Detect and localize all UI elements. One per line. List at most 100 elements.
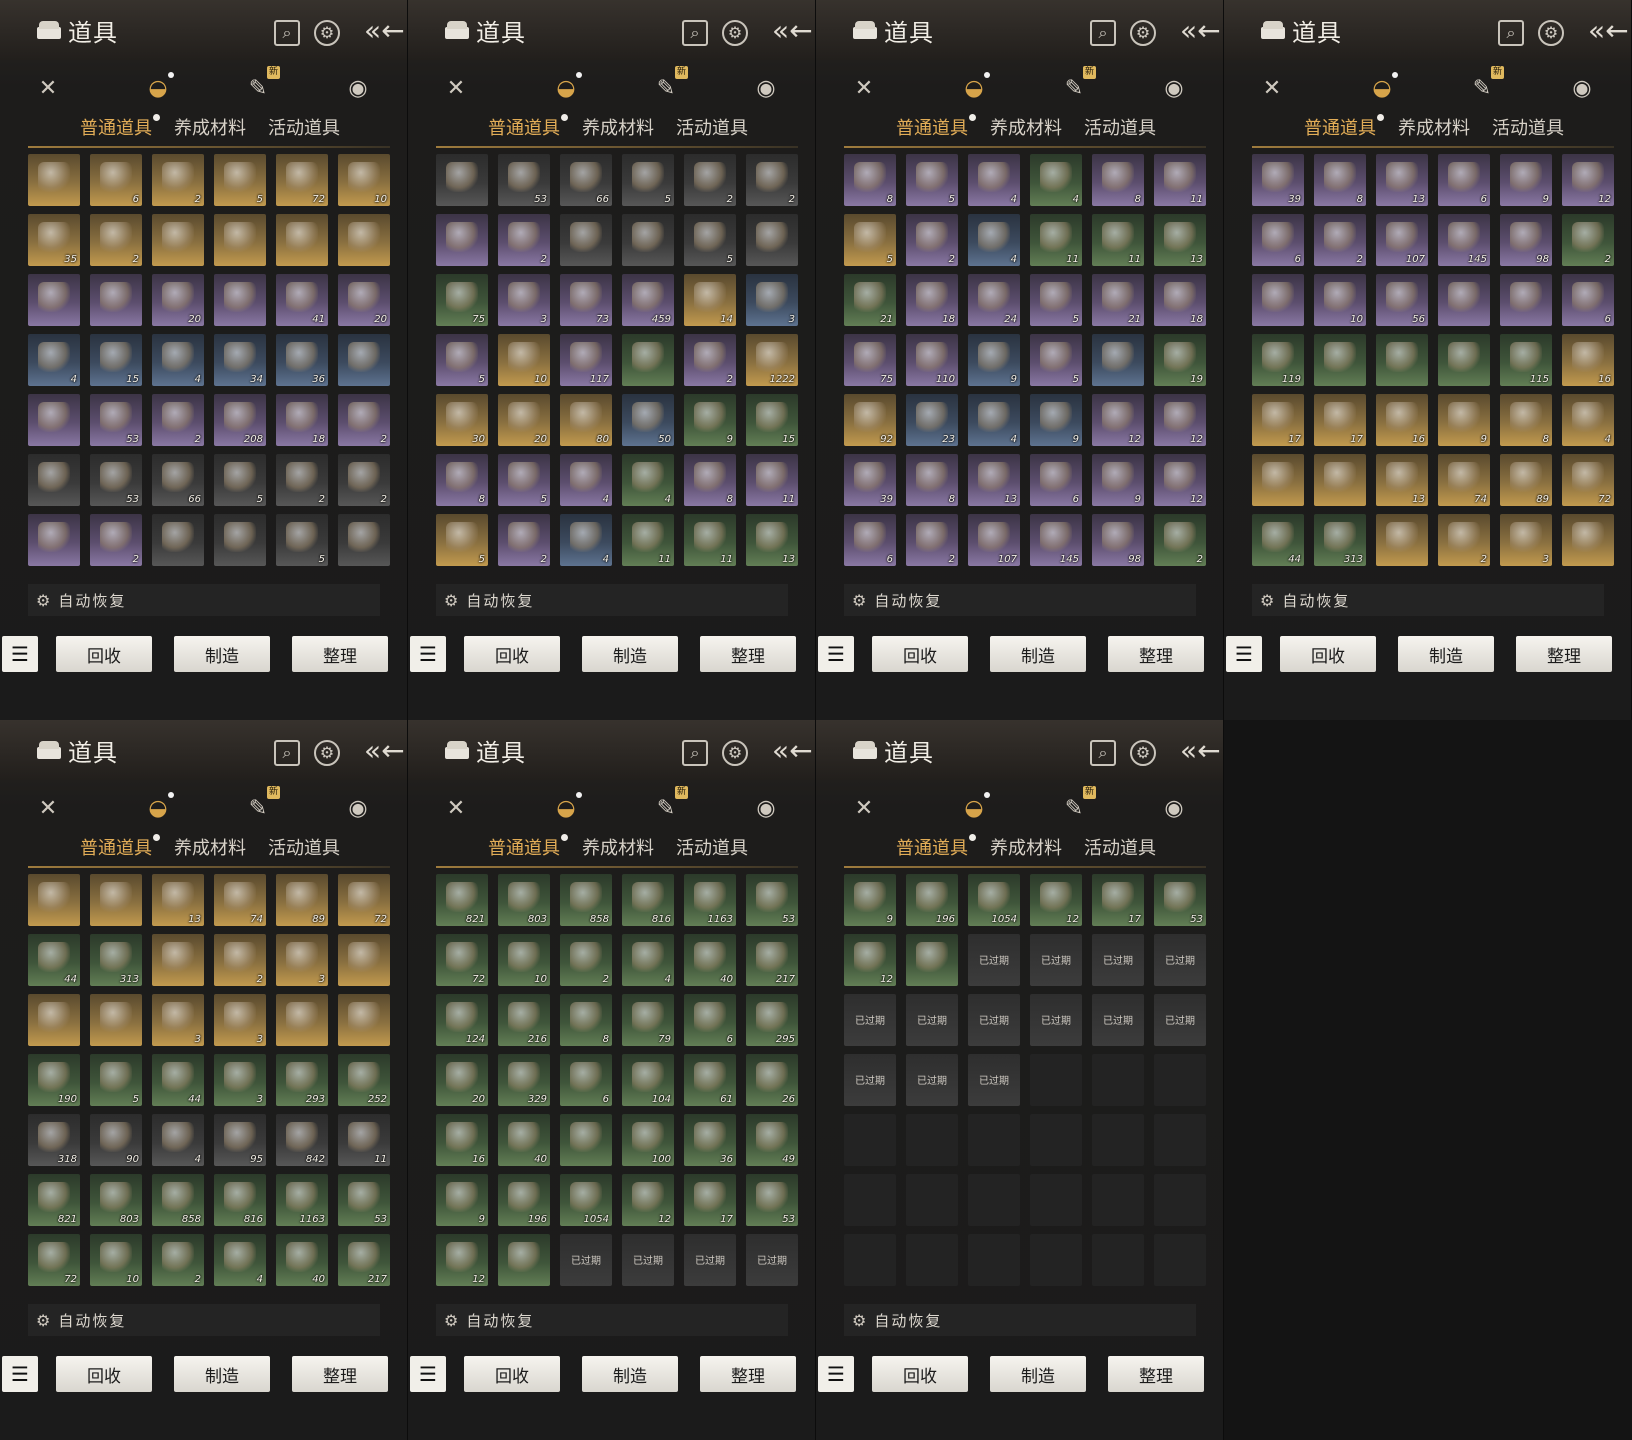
item-slot[interactable]: 11 — [622, 514, 674, 566]
item-slot[interactable] — [152, 214, 204, 266]
back-arrow-icon[interactable]: «← — [772, 734, 813, 767]
item-slot[interactable]: 20 — [436, 1054, 488, 1106]
item-slot[interactable] — [498, 1234, 550, 1286]
gear-icon[interactable]: ⚙ — [722, 20, 748, 46]
item-slot[interactable]: 4 — [214, 1234, 266, 1286]
map-pin-icon[interactable]: ◉ — [1564, 70, 1600, 106]
item-slot[interactable]: 9 — [684, 394, 736, 446]
item-slot[interactable]: 17 — [1314, 394, 1366, 446]
item-slot[interactable]: 1163 — [276, 1174, 328, 1226]
pouch-icon[interactable]: ◒ — [548, 790, 584, 826]
item-slot[interactable]: 49 — [746, 1114, 798, 1166]
item-slot[interactable]: 74 — [1438, 454, 1490, 506]
item-slot[interactable]: 53 — [1154, 874, 1206, 926]
sort-button[interactable]: 整理 — [1108, 1356, 1204, 1392]
item-slot[interactable]: 12 — [1154, 394, 1206, 446]
item-slot[interactable] — [1438, 274, 1490, 326]
pouch-icon[interactable]: ◒ — [956, 70, 992, 106]
item-slot[interactable]: 5 — [1030, 274, 1082, 326]
tab-event[interactable]: 活动道具 — [676, 114, 748, 144]
tab-common[interactable]: 普通道具 — [1304, 114, 1384, 144]
item-slot[interactable]: 9 — [1030, 394, 1082, 446]
tab-event[interactable]: 活动道具 — [676, 834, 748, 864]
item-slot[interactable]: 295 — [746, 994, 798, 1046]
item-slot[interactable]: 12 — [1562, 154, 1614, 206]
item-slot[interactable]: 13 — [1154, 214, 1206, 266]
item-slot[interactable]: 12 — [844, 934, 896, 986]
scroll-icon[interactable]: ✎ 新 — [1056, 66, 1096, 106]
item-slot[interactable]: 313 — [90, 934, 142, 986]
item-slot[interactable] — [338, 214, 390, 266]
item-slot[interactable]: 2 — [90, 514, 142, 566]
item-slot[interactable]: 44 — [28, 934, 80, 986]
item-slot[interactable] — [1092, 334, 1144, 386]
item-slot[interactable]: 已过期 — [1092, 994, 1144, 1046]
pouch-icon[interactable]: ◒ — [140, 790, 176, 826]
item-slot[interactable]: 3 — [214, 994, 266, 1046]
filter-button[interactable]: ☰ — [2, 1356, 38, 1392]
item-slot[interactable]: 4 — [152, 1114, 204, 1166]
item-slot[interactable]: 36 — [276, 334, 328, 386]
tab-event[interactable]: 活动道具 — [268, 834, 340, 864]
item-slot[interactable]: 5 — [90, 1054, 142, 1106]
item-slot[interactable]: 816 — [622, 874, 674, 926]
item-slot[interactable] — [1314, 334, 1366, 386]
item-slot[interactable]: 已过期 — [684, 1234, 736, 1286]
item-slot[interactable]: 72 — [338, 874, 390, 926]
tab-event[interactable]: 活动道具 — [1084, 834, 1156, 864]
item-slot[interactable]: 8 — [1314, 154, 1366, 206]
auto-recover-row[interactable]: ⚙ 自动恢复 — [844, 1304, 1196, 1336]
item-slot[interactable]: 5 — [214, 154, 266, 206]
item-slot[interactable]: 41 — [276, 274, 328, 326]
item-slot[interactable]: 293 — [276, 1054, 328, 1106]
item-slot[interactable]: 13 — [152, 874, 204, 926]
item-slot[interactable]: 11 — [338, 1114, 390, 1166]
sort-button[interactable]: 整理 — [1516, 636, 1612, 672]
sort-button[interactable]: 整理 — [700, 1356, 796, 1392]
item-slot[interactable]: 821 — [28, 1174, 80, 1226]
item-slot[interactable]: 3 — [152, 994, 204, 1046]
item-slot[interactable] — [436, 154, 488, 206]
item-slot[interactable]: 2 — [338, 454, 390, 506]
scroll-icon[interactable]: ✎ 新 — [648, 66, 688, 106]
item-slot[interactable]: 329 — [498, 1054, 550, 1106]
item-slot[interactable]: 6 — [844, 514, 896, 566]
item-slot[interactable]: 12 — [1092, 394, 1144, 446]
map-pin-icon[interactable]: ◉ — [1156, 790, 1192, 826]
item-slot[interactable]: 16 — [1562, 334, 1614, 386]
item-slot[interactable]: 842 — [276, 1114, 328, 1166]
filter-button[interactable]: ☰ — [2, 636, 38, 672]
tab-common[interactable]: 普通道具 — [80, 114, 160, 144]
item-slot[interactable]: 3 — [746, 274, 798, 326]
item-slot[interactable]: 2 — [906, 214, 958, 266]
item-slot[interactable]: 19 — [1154, 334, 1206, 386]
item-slot[interactable] — [1562, 514, 1614, 566]
item-slot[interactable]: 72 — [1562, 454, 1614, 506]
item-slot[interactable]: 已过期 — [906, 1054, 958, 1106]
item-slot[interactable]: 11 — [1154, 154, 1206, 206]
tab-materials[interactable]: 养成材料 — [174, 834, 246, 864]
tab-event[interactable]: 活动道具 — [268, 114, 340, 144]
tab-materials[interactable]: 养成材料 — [990, 834, 1062, 864]
item-slot[interactable]: 72 — [436, 934, 488, 986]
item-slot[interactable]: 4 — [560, 454, 612, 506]
tab-common[interactable]: 普通道具 — [488, 114, 568, 144]
item-slot[interactable]: 98 — [1092, 514, 1144, 566]
item-slot[interactable] — [338, 334, 390, 386]
item-slot[interactable]: 145 — [1030, 514, 1082, 566]
item-slot[interactable]: 75 — [436, 274, 488, 326]
item-slot[interactable]: 17 — [684, 1174, 736, 1226]
item-slot[interactable]: 15 — [90, 334, 142, 386]
item-slot[interactable]: 119 — [1252, 334, 1304, 386]
item-slot[interactable]: 40 — [684, 934, 736, 986]
item-slot[interactable] — [90, 874, 142, 926]
pouch-icon[interactable]: ◒ — [548, 70, 584, 106]
back-arrow-icon[interactable]: «← — [364, 734, 405, 767]
gear-icon[interactable]: ⚙ — [1130, 740, 1156, 766]
item-slot[interactable]: 89 — [1500, 454, 1552, 506]
item-slot[interactable]: 16 — [436, 1114, 488, 1166]
item-slot[interactable] — [28, 274, 80, 326]
item-slot[interactable]: 16 — [1376, 394, 1428, 446]
item-slot[interactable]: 8 — [684, 454, 736, 506]
craft-button[interactable]: 制造 — [174, 636, 270, 672]
